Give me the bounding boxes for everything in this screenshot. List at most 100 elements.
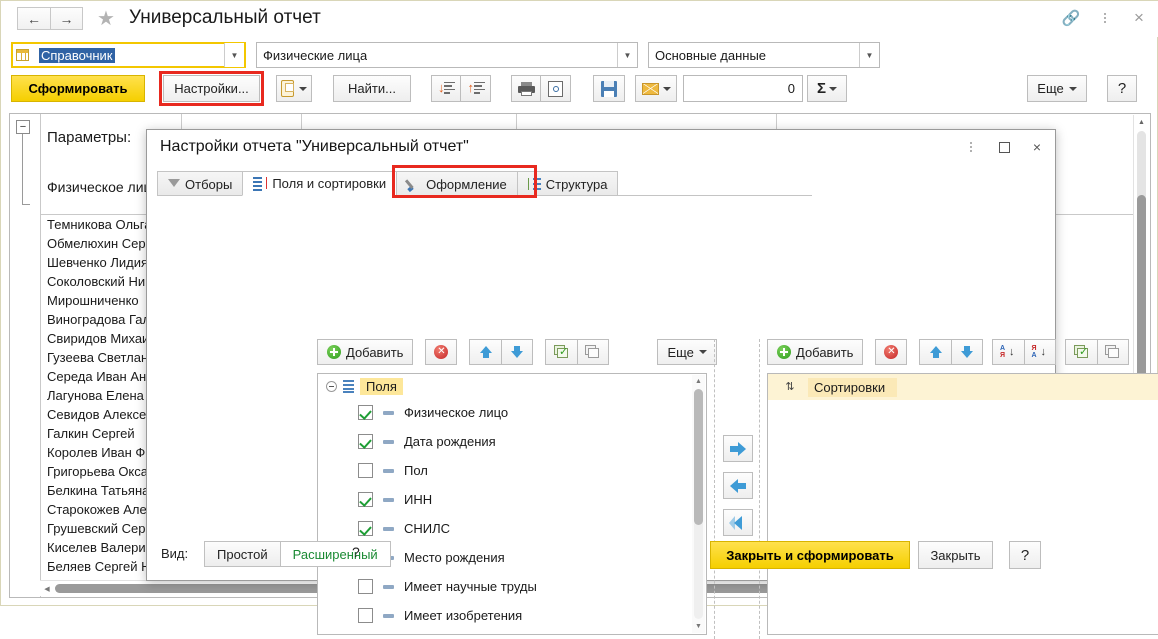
help-button[interactable]: ?	[1107, 75, 1137, 102]
sortings-root-label: Сортировки	[808, 377, 898, 397]
arrow-right-icon	[730, 441, 746, 456]
fields-add-button[interactable]: Добавить	[317, 339, 414, 365]
sortings-copy-all-button[interactable]	[1097, 339, 1130, 365]
add-label: Добавить	[346, 344, 404, 360]
send-mail-button[interactable]	[635, 75, 677, 102]
chevron-down-icon[interactable]: ▼	[224, 43, 244, 67]
fields-move-up-button[interactable]	[469, 339, 502, 365]
more-button[interactable]: Еще	[1027, 75, 1087, 102]
move-down-icon	[510, 345, 524, 359]
field-checkbox[interactable]	[358, 463, 373, 478]
tab-struktura[interactable]: Структура	[516, 171, 619, 196]
field-checkbox[interactable]	[358, 492, 373, 507]
dialog-kebab-menu-icon[interactable]	[963, 139, 979, 155]
chevron-down-icon	[829, 86, 837, 91]
fields-check-all-button[interactable]: ✓	[545, 339, 578, 365]
kebab-menu-icon[interactable]	[1095, 7, 1115, 29]
sort-z-a-button[interactable]: Я А ↓	[1024, 339, 1057, 365]
field-type-icon	[383, 468, 394, 473]
save-variant-button[interactable]	[276, 75, 312, 102]
print-preview-icon	[548, 80, 563, 97]
dialog-close-icon[interactable]: ×	[1029, 139, 1045, 155]
view-simple-button[interactable]: Простой	[204, 541, 281, 567]
field-label: Физическое лицо	[404, 405, 509, 420]
scroll-left-icon[interactable]: ◀	[40, 581, 54, 596]
close-and-generate-button[interactable]: Закрыть и сформировать	[710, 541, 910, 569]
fields-more-button[interactable]: Еще	[657, 339, 717, 365]
field-checkbox[interactable]	[358, 608, 373, 623]
fields-move-down-button[interactable]	[501, 339, 534, 365]
collapse-group-button[interactable]: −	[16, 120, 30, 134]
number-field[interactable]: 0	[683, 75, 803, 102]
sortings-root-row[interactable]: ⇅ Сортировки	[768, 374, 1158, 400]
scroll-up-icon[interactable]: ▲	[1134, 115, 1149, 129]
forward-button[interactable]: →	[50, 7, 83, 30]
move-up-icon	[479, 345, 493, 359]
object-select[interactable]: Физические лица ▼	[256, 42, 638, 68]
field-list-item[interactable]: Пол	[318, 456, 706, 485]
sortings-add-button[interactable]: Добавить	[767, 339, 864, 365]
fields-scroll-thumb[interactable]	[694, 389, 703, 525]
sortings-check-all-button[interactable]: ✓	[1065, 339, 1098, 365]
generate-button[interactable]: Сформировать	[11, 75, 145, 102]
field-checkbox[interactable]	[358, 434, 373, 449]
sortings-move-down-button[interactable]	[951, 339, 984, 365]
tab-otbory[interactable]: Отборы	[157, 171, 244, 196]
chevron-down-icon[interactable]: ▼	[859, 43, 879, 67]
field-list-item[interactable]: Физическое лицо	[318, 398, 706, 427]
sort-a-z-button[interactable]: А Я ↓	[992, 339, 1025, 365]
settings-button[interactable]: Настройки...	[163, 75, 260, 102]
toolbar-divider-left	[714, 339, 716, 639]
tab-polya-i-sortirovki[interactable]: Поля и сортировки	[242, 171, 398, 196]
save-button[interactable]	[593, 75, 625, 102]
sortings-move-up-button[interactable]	[919, 339, 952, 365]
field-checkbox[interactable]	[358, 405, 373, 420]
chevron-down-icon[interactable]: ▼	[617, 43, 637, 67]
field-type-icon	[383, 410, 394, 415]
fields-sort-icon	[253, 177, 268, 191]
star-icon[interactable]: ★	[97, 9, 115, 29]
link-icon[interactable]: 🔗	[1061, 7, 1081, 29]
dialog-help-button[interactable]: ?	[1009, 541, 1041, 569]
field-list-item[interactable]: ИНН	[318, 485, 706, 514]
dialog-maximize-icon[interactable]	[996, 139, 1012, 155]
field-list-item[interactable]: Имеет изобретения	[318, 601, 706, 630]
back-button[interactable]: ←	[17, 7, 50, 30]
variant-select[interactable]: Основные данные ▼	[648, 42, 880, 68]
sort-descending-button[interactable]: ↑	[461, 75, 491, 102]
tab-label: Оформление	[426, 176, 507, 192]
fields-root-row[interactable]: Поля	[318, 374, 706, 398]
window-controls: 🔗 ×	[1061, 7, 1149, 29]
dialog-window-controls: ×	[963, 139, 1045, 155]
print-preview-button[interactable]	[541, 75, 571, 102]
footer-help-link[interactable]: ?	[352, 544, 360, 560]
field-checkbox[interactable]	[358, 579, 373, 594]
scroll-down-icon[interactable]: ▼	[692, 620, 705, 633]
fields-delete-button[interactable]: ✕	[425, 339, 458, 365]
object-value: Физические лица	[263, 47, 368, 63]
tab-label: Отборы	[185, 176, 233, 192]
close-icon[interactable]: ×	[1129, 7, 1149, 29]
field-label: Пол	[404, 463, 428, 478]
group-bracket	[22, 134, 30, 205]
sortings-delete-button[interactable]: ✕	[875, 339, 908, 365]
fields-copy-all-button[interactable]	[577, 339, 610, 365]
tab-oformlenie[interactable]: Оформление	[396, 171, 518, 196]
move-to-fields-button[interactable]	[723, 472, 753, 499]
scroll-up-icon[interactable]: ▲	[692, 375, 705, 388]
print-button[interactable]	[511, 75, 541, 102]
sum-button[interactable]: Σ	[807, 75, 847, 102]
sort-ascending-button[interactable]: ↓	[431, 75, 461, 102]
move-to-sortings-button[interactable]	[723, 435, 753, 462]
close-dialog-button[interactable]: Закрыть	[918, 541, 993, 569]
field-type-icon	[383, 613, 394, 618]
object-kind-value: Справочник	[39, 47, 115, 63]
clipboard-chart-icon	[281, 80, 294, 97]
view-extended-button[interactable]: Расширенный	[280, 541, 391, 567]
check-all-icon: ✓	[1073, 345, 1090, 359]
find-button[interactable]: Найти...	[333, 75, 411, 102]
fields-pane-scrollbar[interactable]: ▲ ▼	[692, 375, 705, 633]
collapse-minus-icon[interactable]	[326, 380, 337, 392]
object-kind-select[interactable]: Справочник ▼	[11, 42, 246, 68]
field-list-item[interactable]: Дата рождения	[318, 427, 706, 456]
